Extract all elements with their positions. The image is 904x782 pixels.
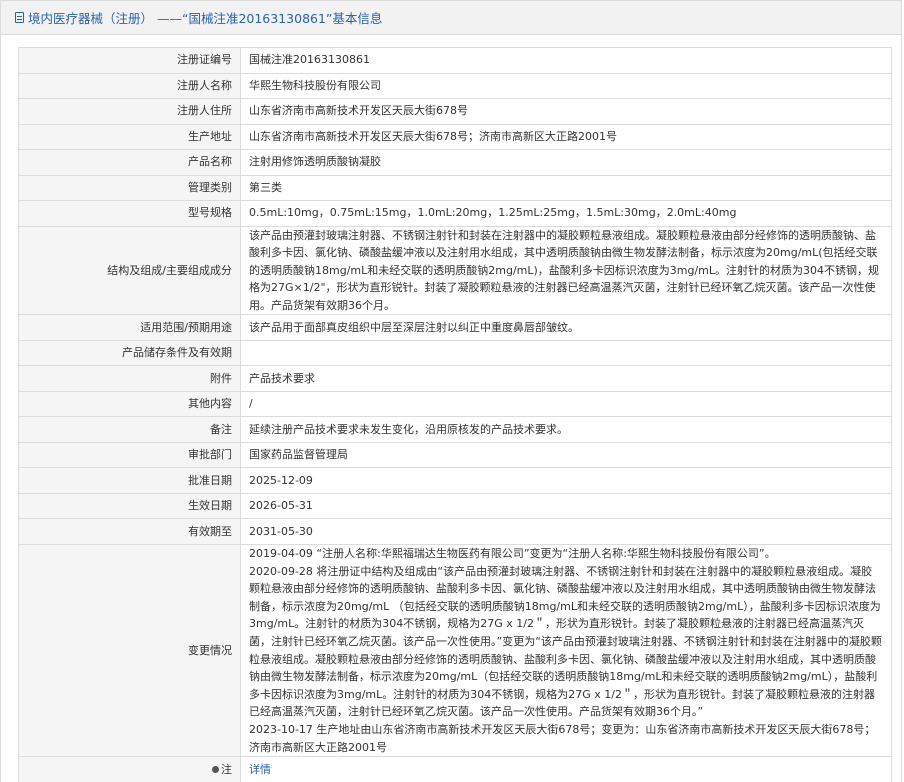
table-row: 型号规格 0.5mL:10mg，0.75mL:15mg，1.0mL:20mg，1…	[18, 200, 892, 227]
table-row: 注册人名称 华熙生物科技股份有限公司	[18, 72, 892, 99]
field-value-note: 详情	[240, 756, 892, 782]
field-value-other: /	[240, 390, 892, 418]
field-label: 注册证编号	[18, 47, 241, 74]
field-value-approval-date: 2025-12-09	[240, 467, 892, 494]
field-value-effective-date: 2026-05-31	[240, 492, 892, 520]
field-label: 管理类别	[18, 174, 241, 201]
field-value-approval-dept: 国家药品监督管理局	[240, 441, 892, 469]
field-value-attachment: 产品技术要求	[240, 365, 892, 392]
note-label: 注	[221, 762, 232, 776]
table-row: 结构及组成/主要组成成分 该产品由预灌封玻璃注射器、不锈钢注射针和封装在注射器中…	[18, 225, 892, 316]
page-title: 境内医疗器械（注册） ——“国械注准20163130861”基本信息	[28, 11, 383, 26]
field-label: 变更情况	[18, 543, 241, 758]
table-row: 备注 延续注册产品技术要求未发生变化，沿用原核发的产品技术要求。	[18, 416, 892, 443]
field-value-product-name: 注射用修饰透明质酸钠凝胶	[240, 149, 892, 176]
field-label: 注册人名称	[18, 72, 241, 99]
table-row: 有效期至 2031-05-30	[18, 518, 892, 545]
field-value-composition: 该产品由预灌封玻璃注射器、不锈钢注射针和封装在注射器中的凝胶颗粒悬液组成。凝胶颗…	[240, 225, 892, 316]
panel-header: 境内医疗器械（注册） ——“国械注准20163130861”基本信息	[1, 1, 901, 35]
field-label: 结构及组成/主要组成成分	[18, 225, 241, 316]
field-value-registrant: 华熙生物科技股份有限公司	[240, 72, 892, 99]
change-entry: 2020-09-28 将注册证中结构及组成由“该产品由预灌封玻璃注射器、不锈钢注…	[249, 564, 882, 719]
field-label: 批准日期	[18, 467, 241, 494]
details-link[interactable]: 详情	[249, 763, 271, 776]
change-entry: 2023-10-17 生产地址由山东省济南市高新技术开发区天辰大街678号；变更…	[249, 722, 876, 754]
field-label: 生效日期	[18, 492, 241, 520]
table-row: 生效日期 2026-05-31	[18, 492, 892, 520]
info-table: 注册证编号 国械注准20163130861 注册人名称 华熙生物科技股份有限公司…	[18, 47, 892, 782]
table-row: 注册证编号 国械注准20163130861	[18, 47, 892, 74]
field-label: 适用范围/预期用途	[18, 314, 241, 341]
field-value-category: 第三类	[240, 174, 892, 201]
detail-panel: 境内医疗器械（注册） ——“国械注准20163130861”基本信息 注册证编号…	[0, 0, 902, 782]
field-value-registrant-address: 山东省济南市高新技术开发区天辰大街678号	[240, 98, 892, 125]
table-row: 批准日期 2025-12-09	[18, 467, 892, 494]
table-row: 注 详情	[18, 756, 892, 782]
field-value-changes: 2019-04-09 “注册人名称:华熙福瑞达生物医药有限公司”变更为“注册人名…	[240, 543, 892, 758]
field-value-model-spec: 0.5mL:10mg，0.75mL:15mg，1.0mL:20mg，1.25mL…	[240, 200, 892, 227]
field-label: 审批部门	[18, 441, 241, 469]
table-row: 附件 产品技术要求	[18, 365, 892, 392]
field-value-remark: 延续注册产品技术要求未发生变化，沿用原核发的产品技术要求。	[240, 416, 892, 443]
field-label-note: 注	[18, 756, 241, 782]
field-label: 有效期至	[18, 518, 241, 545]
table-row: 其他内容 /	[18, 390, 892, 418]
field-value-scope: 该产品用于面部真皮组织中层至深层注射以纠正中重度鼻唇部皱纹。	[240, 314, 892, 341]
note-icon	[212, 766, 219, 774]
table-row: 产品名称 注射用修饰透明质酸钠凝胶	[18, 149, 892, 176]
field-label: 生产地址	[18, 123, 241, 150]
field-label: 型号规格	[18, 200, 241, 227]
field-value-production-address: 山东省济南市高新技术开发区天辰大街678号；济南市高新区大正路2001号	[240, 123, 892, 150]
document-icon	[15, 12, 24, 23]
table-row: 适用范围/预期用途 该产品用于面部真皮组织中层至深层注射以纠正中重度鼻唇部皱纹。	[18, 314, 892, 341]
table-row: 变更情况 2019-04-09 “注册人名称:华熙福瑞达生物医药有限公司”变更为…	[18, 543, 892, 758]
field-label: 附件	[18, 365, 241, 392]
table-row: 生产地址 山东省济南市高新技术开发区天辰大街678号；济南市高新区大正路2001…	[18, 123, 892, 150]
field-label: 备注	[18, 416, 241, 443]
field-value-storage	[240, 339, 892, 367]
field-value-reg-no: 国械注准20163130861	[240, 47, 892, 74]
change-entry: 2019-04-09 “注册人名称:华熙福瑞达生物医药有限公司”变更为“注册人名…	[249, 546, 776, 560]
table-row: 注册人住所 山东省济南市高新技术开发区天辰大街678号	[18, 98, 892, 125]
table-row: 审批部门 国家药品监督管理局	[18, 441, 892, 469]
field-label: 注册人住所	[18, 98, 241, 125]
field-label: 其他内容	[18, 390, 241, 418]
field-label: 产品储存条件及有效期	[18, 339, 241, 367]
field-value-expiry-date: 2031-05-30	[240, 518, 892, 545]
table-row: 产品储存条件及有效期	[18, 339, 892, 367]
field-label: 产品名称	[18, 149, 241, 176]
table-row: 管理类别 第三类	[18, 174, 892, 201]
